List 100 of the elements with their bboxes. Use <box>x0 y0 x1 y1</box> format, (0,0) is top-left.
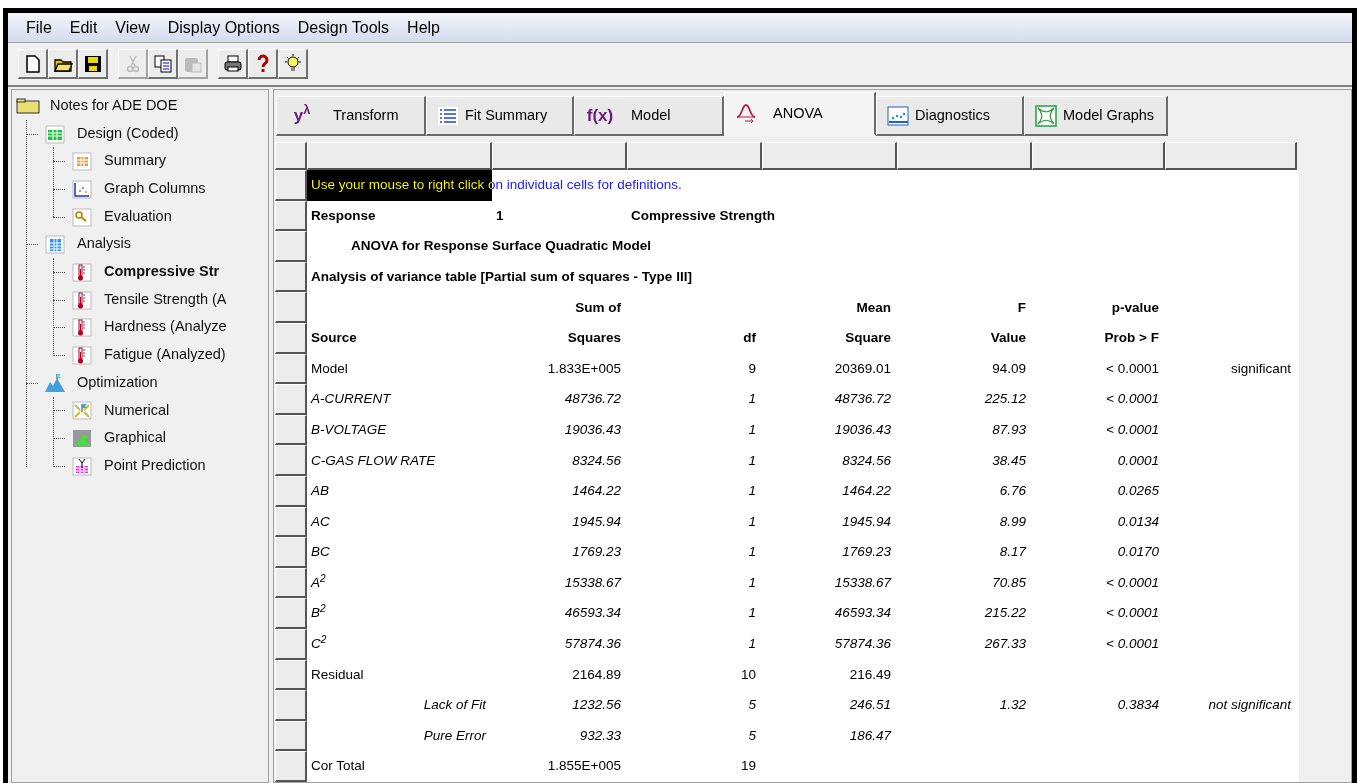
tree-item[interactable]: Compressive Str <box>103 261 221 283</box>
table-cell-text: B$^{2}$ <box>311 603 326 623</box>
table-cell-text: Cor Total <box>311 757 365 776</box>
table-cell-text: BC <box>311 543 330 562</box>
column-header[interactable] <box>307 142 492 170</box>
row-header[interactable] <box>275 475 307 507</box>
tree-item[interactable]: Evaluation <box>103 205 173 228</box>
floppy-disk-button[interactable] <box>78 49 108 79</box>
row-header[interactable] <box>275 567 307 599</box>
tree-item[interactable]: Fatigue (Analyzed) <box>103 344 227 366</box>
table-cell-text: 46593.34 <box>564 604 621 623</box>
tab[interactable]: Fit Summary <box>426 96 574 136</box>
scatter-plot-icon <box>887 104 909 127</box>
table-cell-text: < 0.0001 <box>1106 573 1159 592</box>
tab-glyph: y$^{λ}$ <box>292 102 312 127</box>
tree-item[interactable]: Design (Coded) <box>76 122 180 145</box>
menu-item[interactable]: Help <box>399 13 448 42</box>
table-cell-text: 48736.72 <box>834 390 891 409</box>
question-mark-button[interactable] <box>248 49 278 79</box>
table-cell-text: < 0.0001 <box>1106 635 1159 654</box>
menu-item[interactable]: Display Options <box>159 13 288 42</box>
target-icon <box>70 400 94 421</box>
tree-item[interactable]: Optimization <box>76 371 159 394</box>
tree-item[interactable]: Graph Columns <box>103 178 207 200</box>
table-cell-text: 94.09 <box>992 359 1026 378</box>
row-header[interactable] <box>275 720 307 752</box>
row-header[interactable] <box>275 659 307 691</box>
table-cell-text: not significant <box>1208 696 1291 715</box>
column-header[interactable] <box>897 142 1032 170</box>
column-heading: F <box>1017 298 1026 317</box>
tab-glyph: f(x) <box>585 104 615 127</box>
thermometer-icon <box>70 345 94 366</box>
thermometer-icon <box>70 289 94 310</box>
row-header[interactable] <box>275 353 307 385</box>
row-header[interactable] <box>275 200 307 232</box>
table-cell-text: 1 <box>748 390 756 409</box>
row-header[interactable] <box>275 231 307 262</box>
menu-item[interactable]: File <box>18 13 60 42</box>
column-header[interactable] <box>627 142 762 170</box>
light-bulb-button[interactable] <box>278 49 308 79</box>
tree-item[interactable]: Numerical <box>103 399 171 422</box>
row-header[interactable] <box>275 690 307 721</box>
row-header[interactable] <box>275 170 307 201</box>
menu-item[interactable]: View <box>107 13 158 42</box>
thermometer-icon <box>70 317 94 338</box>
table-cell-text: C$^{2}$ <box>311 634 327 654</box>
tree-item[interactable]: Tensile Strength (A <box>103 288 228 311</box>
row-header[interactable] <box>275 414 307 446</box>
table-cell-text: 1.833E+005 <box>547 359 621 378</box>
row-header[interactable] <box>275 537 307 568</box>
tree-item[interactable]: Summary <box>103 150 168 173</box>
row-header[interactable] <box>275 292 307 323</box>
column-header[interactable] <box>492 142 627 170</box>
tab[interactable]: y$^{λ}$ Transform <box>276 96 426 136</box>
tab[interactable]: f(x) Model <box>574 96 724 136</box>
tree-item[interactable]: Notes for ADE DOE <box>49 94 179 117</box>
column-heading: df <box>743 329 756 348</box>
mountain-icon <box>43 372 67 393</box>
report-subtitle: Analysis of variance table [Partial sum of squares - Type III] <box>310 267 692 286</box>
tab[interactable]: Model Graphs <box>1024 96 1168 136</box>
column-header[interactable] <box>1032 142 1165 170</box>
tree-item[interactable]: Hardness (Analyze <box>103 316 228 339</box>
tree-item[interactable]: Graphical <box>103 427 168 449</box>
table-cell-text: 0.3834 <box>1117 696 1159 715</box>
table-cell-text: AC <box>311 512 330 531</box>
table-cell-text: Compressive Strength <box>630 206 776 225</box>
table-cell-text: Response <box>310 206 377 225</box>
row-header[interactable] <box>275 322 307 354</box>
table-cell-text: 1 <box>748 635 756 654</box>
row-header[interactable] <box>275 384 307 415</box>
table-cell-text: 19036.43 <box>834 420 891 439</box>
table-cell-text: 15338.67 <box>834 573 891 592</box>
tab[interactable]: ANOVA <box>724 92 876 136</box>
row-header[interactable] <box>275 506 307 538</box>
column-heading: Mean <box>856 298 891 317</box>
printer-button[interactable] <box>218 49 248 79</box>
menu-item[interactable]: Design Tools <box>289 13 398 42</box>
table-icon <box>70 151 94 172</box>
folder-button[interactable] <box>48 49 78 79</box>
column-header[interactable] <box>1165 142 1297 170</box>
calculator-icon <box>43 234 67 255</box>
table-cell-text: 216.49 <box>849 665 891 684</box>
column-header[interactable] <box>762 142 897 170</box>
row-header[interactable] <box>275 751 307 782</box>
row-header[interactable] <box>275 445 307 476</box>
menu-item[interactable]: Edit <box>61 13 106 42</box>
tree-item[interactable]: Point Prediction <box>103 454 207 477</box>
tab[interactable]: Diagnostics <box>876 96 1024 136</box>
copy-button[interactable] <box>148 49 178 79</box>
row-header[interactable] <box>275 598 307 629</box>
page-button[interactable] <box>18 49 48 79</box>
row-header[interactable] <box>275 628 307 660</box>
table-cell-text: 19 <box>740 757 756 776</box>
row-header[interactable] <box>275 261 307 293</box>
table-cell-text: 186.47 <box>849 726 891 745</box>
table-cell-text: 15338.67 <box>564 573 621 592</box>
tree-item[interactable]: Analysis <box>76 233 132 256</box>
column-heading: Value <box>990 329 1026 348</box>
table-cell-text: 6.76 <box>999 482 1026 501</box>
table-cell-text: < 0.0001 <box>1106 390 1159 409</box>
